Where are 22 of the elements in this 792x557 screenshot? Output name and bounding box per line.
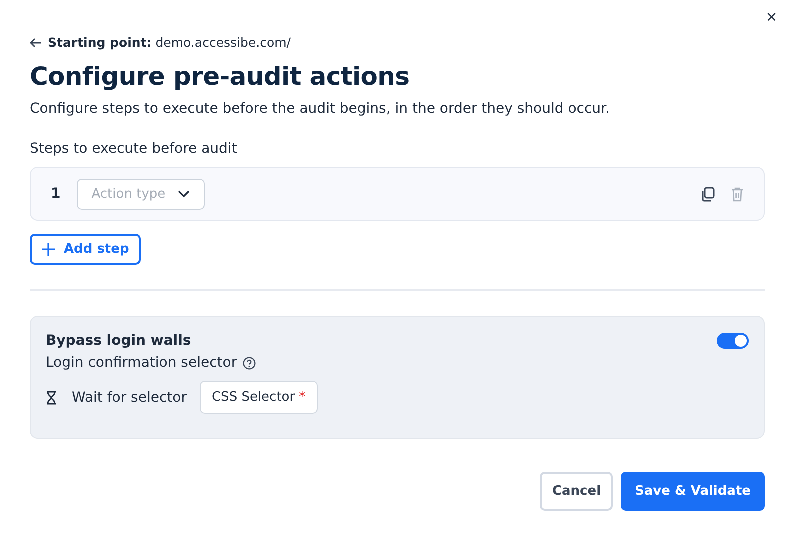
step-number: 1 <box>51 186 61 202</box>
hourglass-icon <box>46 390 57 404</box>
add-step-button[interactable]: Add step <box>30 234 142 265</box>
wait-label: Wait for selector <box>72 390 187 406</box>
placeholder-text: CSS Selector <box>212 390 296 405</box>
description-text: Configure steps to execute before the audit begins, in the order they should occur. <box>30 101 611 117</box>
help-icon[interactable] <box>243 356 256 370</box>
dialog-title: Configure pre-audit actions <box>30 62 411 91</box>
save-button[interactable]: Save & Validate <box>621 472 765 511</box>
cancel-button[interactable]: Cancel <box>540 472 614 511</box>
css-selector-field[interactable]: CSS Selector * <box>200 381 318 414</box>
required-mark: * <box>299 390 306 405</box>
toggle-switch[interactable] <box>717 333 749 349</box>
close-button[interactable]: × <box>762 6 781 28</box>
plus-icon <box>42 243 55 256</box>
starting-point-text: Starting point: demo.accessibe.com/ <box>48 35 292 50</box>
bypass-title: Bypass login walls <box>46 333 192 349</box>
copy-icon[interactable] <box>701 186 715 202</box>
subtitle-text: Login confirmation selector <box>46 355 238 371</box>
back-arrow-icon[interactable] <box>30 38 42 48</box>
steps-label: Steps to execute before audit <box>30 141 238 157</box>
chevron-down-icon <box>178 190 190 198</box>
